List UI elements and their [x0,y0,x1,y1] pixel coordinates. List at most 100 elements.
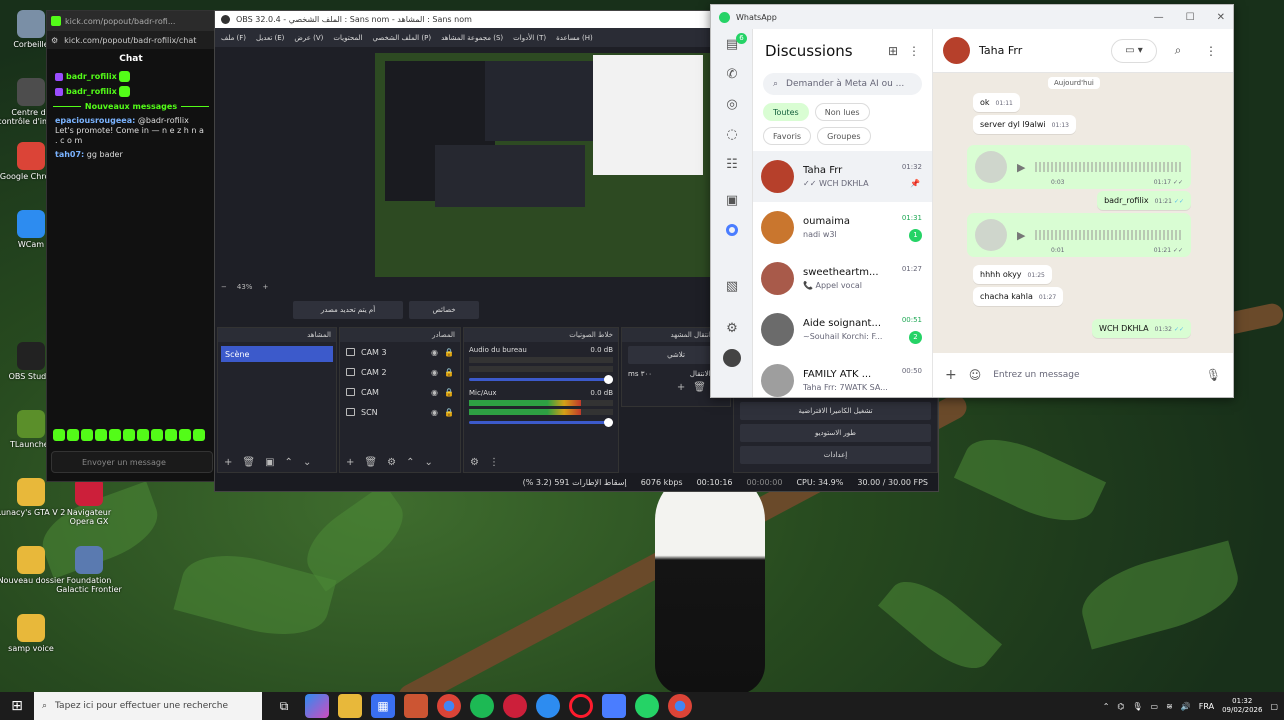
game-icon[interactable] [602,694,626,718]
chat-username[interactable]: badr_rofilix [66,87,117,96]
store-icon[interactable]: ▦ [371,694,395,718]
waveform[interactable] [1035,162,1183,172]
desktop-icon[interactable]: samp voice [0,614,66,653]
contact-name[interactable]: Taha Frr [979,44,1102,57]
emote-icon[interactable] [67,429,79,441]
volume-slider[interactable] [469,375,613,384]
chat-list-item[interactable]: FAMILY ATK ... Taha Frr: 7WATK SA... 00:50 [753,355,932,406]
obs-menu-item[interactable]: الملف الشخصي (P) [372,34,431,42]
emote-icon[interactable] [193,429,205,441]
settings-icon[interactable]: ⚙ [711,313,753,343]
filters-button[interactable]: خصائص [409,301,479,319]
chevron-up-icon[interactable]: ⌃ [1103,702,1110,711]
emote-icon[interactable] [53,429,65,441]
chat-search-input[interactable]: ⌕ Demander à Meta AI ou ... [763,73,922,95]
whatsapp-title-bar[interactable]: WhatsApp — ☐ ✕ [711,5,1233,29]
kick-title-bar[interactable]: kick.com/popout/badr-rofi... [47,11,215,31]
chrome-icon[interactable] [437,694,461,718]
close-icon[interactable]: ✕ [1217,12,1225,23]
filter-chip[interactable]: Non lues [814,103,870,121]
visibility-eye-icon[interactable]: ◉ [431,348,438,357]
profile-avatar[interactable] [711,343,753,373]
obs-menu-item[interactable]: عرض (V) [294,34,323,42]
add-transition-button[interactable]: + [677,382,685,393]
control-button[interactable]: طور الاستوديو [740,424,931,442]
waveform[interactable] [1035,230,1183,240]
emote-picker-row[interactable] [53,429,205,441]
chrome-icon[interactable] [668,694,692,718]
emote-icon[interactable] [95,429,107,441]
clock[interactable]: 01:32 09/02/2026 [1222,697,1262,715]
wifi-icon[interactable]: ≋ [1166,702,1173,711]
remove-transition-button[interactable]: 🗑 [693,382,706,393]
remove-source-button[interactable]: 🗑 [364,457,377,468]
archive-icon[interactable]: ▣ [711,185,753,215]
opera-gx-icon[interactable] [503,694,527,718]
zoom-in-button[interactable]: + [262,283,268,291]
move-up-icon[interactable]: ⌃ [406,457,414,468]
message-bubble[interactable]: chacha kahla 01:27 [973,287,1064,306]
control-button[interactable]: إعدادات [740,446,931,464]
conversation-header[interactable]: Taha Frr ▭ ▾ ⌕ ⋮ [933,29,1233,73]
visibility-eye-icon[interactable]: ◉ [431,388,438,397]
copilot-icon[interactable] [305,694,329,718]
kick-chat-window[interactable]: kick.com/popout/badr-rofi... ⚙ kick.com/… [46,10,216,482]
file-explorer-icon[interactable] [338,694,362,718]
obs-menu-item[interactable]: مجموعة المشاهد (S) [441,34,503,42]
mixer-menu-icon[interactable]: ⋮ [489,457,499,468]
message-bubble[interactable]: badr_rofilix 01:21 ✓✓ [1097,191,1191,210]
contact-avatar[interactable] [943,37,970,64]
search-icon[interactable]: ⌕ [1166,43,1190,58]
source-item[interactable]: SCN ◉ 🔒 [340,402,460,422]
zoom-out-button[interactable]: − [221,283,227,291]
filter-chip[interactable]: Favoris [763,127,812,145]
video-call-button[interactable]: ▭ ▾ [1111,38,1157,63]
task-view-icon[interactable]: ⧉ [272,694,296,718]
mic-icon[interactable]: 🎙 [1132,702,1142,711]
remove-scene-button[interactable]: 🗑 [242,457,255,468]
obs-menu-item[interactable]: ملف (F) [221,34,246,42]
new-chat-icon[interactable]: ⊞ [888,44,898,58]
opera-icon[interactable] [569,694,593,718]
meta-ai-icon[interactable] [711,215,753,245]
move-down-icon[interactable]: ⌄ [424,457,432,468]
kick-address-bar[interactable]: ⚙ kick.com/popout/badr-rofilix/chat [47,31,215,49]
emote-icon[interactable] [165,429,177,441]
chat-username[interactable]: badr_rofilix [66,72,117,81]
app-icon[interactable] [404,694,428,718]
move-up-icon[interactable]: ⌃ [285,457,293,468]
chat-list-item[interactable]: oumaima nadi w3l 01:31 1 [753,202,932,253]
filter-chip[interactable]: Toutes [763,103,809,121]
properties-button[interactable]: أم يتم تحديد مصدر [293,301,403,319]
start-button[interactable]: ⊞ [0,692,34,720]
network-icon[interactable]: ⌬ [1117,702,1124,711]
taskbar-search[interactable]: ⌕ Tapez ici pour effectuer une recherche [34,692,262,720]
camera-icon[interactable]: ▭ [1151,702,1159,711]
transition-duration[interactable]: ٣٠٠ ms [628,370,652,378]
source-item[interactable]: CAM 3 ◉ 🔒 [340,342,460,362]
scene-item[interactable]: Scène [221,346,333,362]
scene-filters-button[interactable]: ▣ [265,457,274,468]
emote-icon[interactable] [81,429,93,441]
message-input[interactable]: Entrez un message [993,370,1194,380]
source-properties-button[interactable]: ⚙ [387,457,396,468]
add-source-button[interactable]: + [346,457,354,468]
mixer-settings-icon[interactable]: ⚙ [470,457,479,468]
desktop-icon[interactable]: Navigateur Opera GX [54,478,124,526]
emoji-icon[interactable]: ☺ [969,368,982,382]
voice-message[interactable]: ▶ 0:03 01:17 ✓✓ [967,145,1191,189]
status-icon[interactable]: ◎ [711,89,753,119]
message-bubble[interactable]: WCH DKHLA 01:32 ✓✓ [1092,319,1191,338]
chat-list-item[interactable]: sweetheartm... 📞 Appel vocal 01:27 [753,253,932,304]
emote-icon[interactable] [151,429,163,441]
message-bubble[interactable]: ok 01:11 [973,93,1020,112]
move-down-icon[interactable]: ⌄ [303,457,311,468]
obs-preview[interactable] [375,53,710,277]
chat-username[interactable]: tah07: [55,150,84,159]
lock-icon[interactable]: 🔒 [444,368,454,377]
lock-icon[interactable]: 🔒 [444,348,454,357]
spotify-icon[interactable] [470,694,494,718]
language-indicator[interactable]: FRA [1199,702,1214,711]
communities-icon[interactable]: ☷ [711,149,753,179]
visibility-eye-icon[interactable]: ◉ [431,368,438,377]
